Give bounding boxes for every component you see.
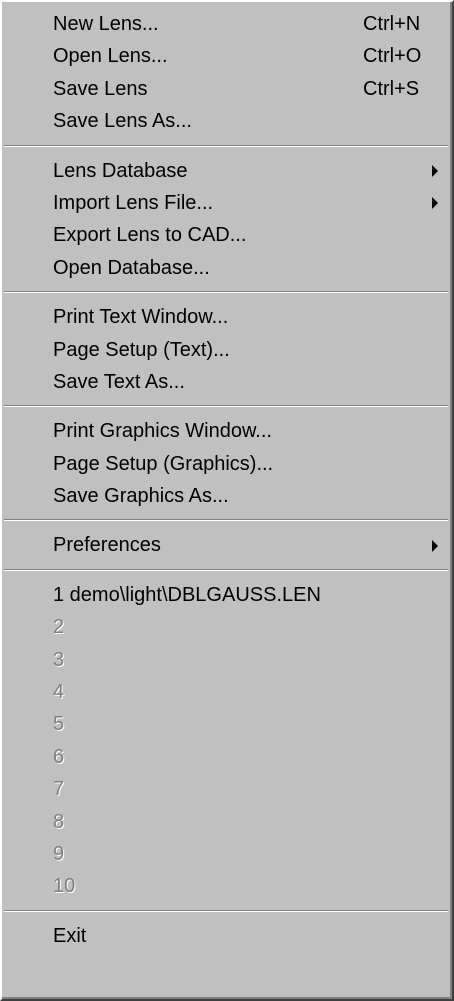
submenu-arrow-icon — [432, 197, 438, 210]
menu-item-label: Page Setup (Text)... — [53, 338, 230, 361]
recent-file-label: 3 — [53, 648, 65, 671]
menu-item-label: Save Lens — [53, 77, 148, 100]
menu-item-exit[interactable]: Exit — [2, 920, 452, 952]
menu-item-shortcut: Ctrl+N — [363, 13, 421, 35]
recent-file-item-10: 10 — [2, 870, 452, 902]
menu-item-open-lens[interactable]: Open Lens... Ctrl+O — [2, 40, 452, 72]
recent-file-label: 7 — [53, 778, 65, 801]
menu-separator — [2, 562, 452, 579]
menu-item-label: Import Lens File... — [53, 191, 214, 214]
menu-item-label: Save Graphics As... — [53, 485, 229, 508]
recent-file-item-9: 9 — [2, 838, 452, 870]
menu-item-label: Lens Database — [53, 159, 188, 182]
file-menu: New Lens... Ctrl+N Open Lens... Ctrl+O S… — [0, 0, 454, 1001]
menu-item-import-lens-file[interactable]: Import Lens File... — [2, 187, 452, 219]
menu-item-shortcut: Ctrl+S — [363, 77, 420, 100]
menu-item-print-text-window[interactable]: Print Text Window... — [2, 301, 452, 333]
menu-item-label: Open Lens... — [53, 45, 168, 68]
menu-item-new-lens[interactable]: New Lens... Ctrl+N — [2, 8, 452, 40]
submenu-arrow-icon — [432, 164, 438, 177]
menu-item-page-setup-graphics[interactable]: Page Setup (Graphics)... — [2, 448, 452, 480]
recent-file-label: 4 — [53, 681, 65, 704]
menu-item-save-lens-as[interactable]: Save Lens As... — [2, 105, 452, 137]
menu-item-label: New Lens... — [53, 13, 159, 35]
recent-file-item-4: 4 — [2, 676, 452, 708]
menu-item-open-database[interactable]: Open Database... — [2, 252, 452, 284]
menu-item-label: Export Lens to CAD... — [53, 224, 247, 247]
menu-item-label: Save Text As... — [53, 370, 185, 393]
recent-file-label: 5 — [53, 713, 65, 736]
recent-file-label: 2 — [53, 616, 65, 639]
recent-file-item-3: 3 — [2, 644, 452, 676]
menu-item-print-graphics-window[interactable]: Print Graphics Window... — [2, 415, 452, 447]
submenu-arrow-icon — [432, 539, 438, 552]
menu-item-shortcut: Ctrl+O — [363, 45, 422, 68]
menu-item-save-graphics-as[interactable]: Save Graphics As... — [2, 480, 452, 512]
menu-item-lens-database[interactable]: Lens Database — [2, 155, 452, 187]
recent-file-item-2: 2 — [2, 611, 452, 643]
recent-file-item-7: 7 — [2, 773, 452, 805]
menu-item-label: Print Text Window... — [53, 306, 229, 329]
menu-separator — [2, 512, 452, 529]
menu-separator — [2, 398, 452, 415]
recent-file-label: 1 demo\light\DBLGAUSS.LEN — [53, 583, 321, 606]
recent-file-item-6: 6 — [2, 741, 452, 773]
menu-item-label: Print Graphics Window... — [53, 420, 272, 443]
recent-file-label: 10 — [53, 875, 76, 898]
recent-file-item-1[interactable]: 1 demo\light\DBLGAUSS.LEN — [2, 579, 452, 611]
menu-item-page-setup-text[interactable]: Page Setup (Text)... — [2, 334, 452, 366]
menu-item-preferences[interactable]: Preferences — [2, 529, 452, 561]
recent-file-item-8: 8 — [2, 806, 452, 838]
menu-item-save-lens[interactable]: Save Lens Ctrl+S — [2, 73, 452, 105]
recent-file-label: 6 — [53, 745, 65, 768]
menu-separator — [2, 903, 452, 920]
recent-file-label: 8 — [53, 810, 65, 833]
menu-item-label: Open Database... — [53, 256, 210, 279]
menu-item-export-lens-to-cad[interactable]: Export Lens to CAD... — [2, 219, 452, 251]
recent-file-label: 9 — [53, 842, 65, 865]
menu-item-label: Exit — [53, 924, 87, 947]
menu-item-label: Save Lens As... — [53, 110, 192, 133]
menu-item-label: Page Setup (Graphics)... — [53, 452, 274, 475]
menu-item-save-text-as[interactable]: Save Text As... — [2, 366, 452, 398]
menu-item-label: Preferences — [53, 534, 161, 557]
menu-separator — [2, 284, 452, 301]
recent-file-item-5: 5 — [2, 708, 452, 740]
menu-separator — [2, 138, 452, 155]
